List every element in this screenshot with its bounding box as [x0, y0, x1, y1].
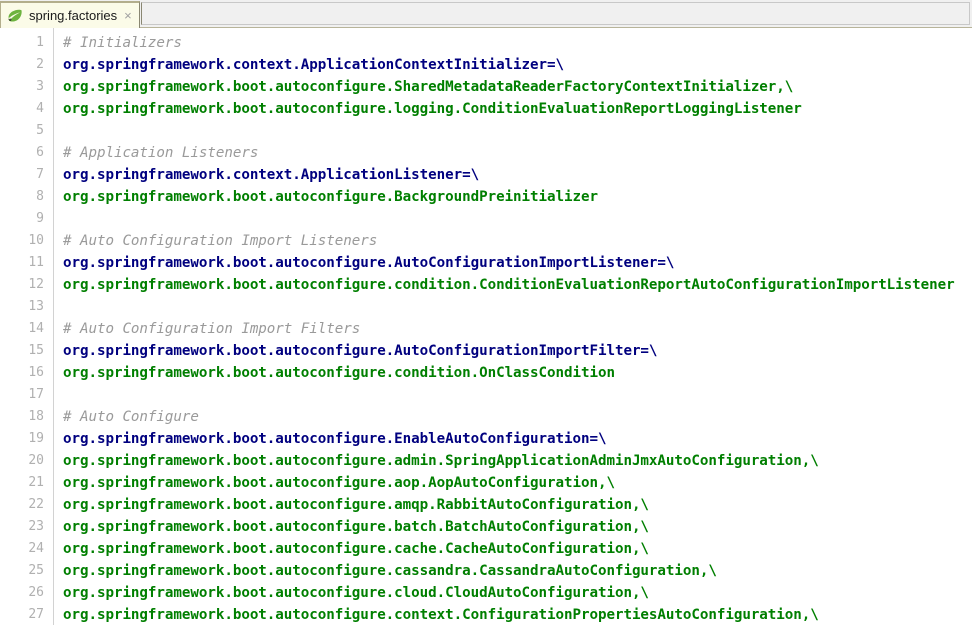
code-line[interactable]	[63, 120, 972, 142]
code-line[interactable]: org.springframework.boot.autoconfigure.l…	[63, 98, 972, 120]
code-token-key: org.springframework.boot.autoconfigure.E…	[63, 431, 607, 447]
code-token-value: org.springframework.boot.autoconfigure.a…	[63, 497, 649, 513]
line-number: 21	[28, 475, 44, 490]
line-number: 2	[36, 57, 44, 72]
code-line[interactable]: org.springframework.boot.autoconfigure.c…	[63, 582, 972, 604]
code-line[interactable]: # Auto Configuration Import Filters	[63, 318, 972, 340]
line-number: 24	[28, 541, 44, 556]
code-token-value: org.springframework.boot.autoconfigure.a…	[63, 475, 615, 491]
code-editor[interactable]: 1 2 3 4 5 6 7 8 9 10 11 12 13 14 15 16 17 18 19 20 21 22 23 24 2…	[0, 28, 972, 625]
code-line[interactable]: # Auto Configuration Import Listeners	[63, 230, 972, 252]
code-token-comment: # Auto Configuration Import Filters	[63, 321, 361, 337]
code-token-value: org.springframework.boot.autoconfigure.a…	[63, 453, 819, 469]
line-number: 8	[36, 189, 44, 204]
code-token-value: org.springframework.boot.autoconfigure.c…	[63, 541, 649, 557]
editor-tab-bar: spring.factories ×	[0, 0, 972, 28]
line-number: 19	[28, 431, 44, 446]
code-line[interactable]	[63, 296, 972, 318]
line-number: 15	[28, 343, 44, 358]
line-number: 23	[28, 519, 44, 534]
code-token-blank	[63, 123, 72, 139]
code-token-key: org.springframework.context.ApplicationC…	[63, 57, 565, 73]
line-number: 26	[28, 585, 44, 600]
close-icon[interactable]: ×	[123, 8, 132, 23]
code-line[interactable]: org.springframework.boot.autoconfigure.a…	[63, 472, 972, 494]
code-line[interactable]	[63, 208, 972, 230]
spring-leaf-icon	[7, 8, 23, 24]
tab-label: spring.factories	[29, 7, 118, 23]
code-line[interactable]: org.springframework.boot.autoconfigure.c…	[63, 560, 972, 582]
code-token-comment: # Auto Configure	[63, 409, 199, 425]
code-line[interactable]: org.springframework.boot.autoconfigure.S…	[63, 76, 972, 98]
code-token-blank	[63, 387, 72, 403]
code-line[interactable]: org.springframework.boot.autoconfigure.b…	[63, 516, 972, 538]
code-line[interactable]: # Application Listeners	[63, 142, 972, 164]
line-number: 10	[28, 233, 44, 248]
code-line[interactable]: org.springframework.boot.autoconfigure.B…	[63, 186, 972, 208]
line-number: 11	[28, 255, 44, 270]
code-line[interactable]	[63, 384, 972, 406]
code-line[interactable]: org.springframework.boot.autoconfigure.A…	[63, 252, 972, 274]
code-token-blank	[63, 211, 72, 227]
code-token-value: org.springframework.boot.autoconfigure.c…	[63, 585, 649, 601]
code-line[interactable]: org.springframework.boot.autoconfigure.c…	[63, 362, 972, 384]
line-number: 14	[28, 321, 44, 336]
code-line[interactable]: # Auto Configure	[63, 406, 972, 428]
code-token-value: org.springframework.boot.autoconfigure.S…	[63, 79, 794, 95]
line-number: 7	[36, 167, 44, 182]
code-line[interactable]: org.springframework.context.ApplicationC…	[63, 54, 972, 76]
code-line[interactable]: org.springframework.boot.autoconfigure.c…	[63, 538, 972, 560]
code-token-value: org.springframework.boot.autoconfigure.l…	[63, 101, 802, 117]
line-number: 6	[36, 145, 44, 160]
line-number: 12	[28, 277, 44, 292]
line-number: 20	[28, 453, 44, 468]
line-number: 18	[28, 409, 44, 424]
line-number: 13	[28, 299, 44, 314]
code-token-key: org.springframework.boot.autoconfigure.A…	[63, 343, 658, 359]
line-number: 1	[36, 35, 44, 50]
line-number: 27	[28, 607, 44, 622]
code-line[interactable]: org.springframework.boot.autoconfigure.A…	[63, 340, 972, 362]
code-content-area[interactable]: # Initializers org.springframework.contex…	[54, 28, 972, 625]
line-number: 22	[28, 497, 44, 512]
tab-bar-empty-area	[141, 2, 970, 25]
code-token-value: org.springframework.boot.autoconfigure.B…	[63, 189, 598, 205]
code-token-key: org.springframework.context.ApplicationL…	[63, 167, 480, 183]
line-number: 17	[28, 387, 44, 402]
code-token-value: org.springframework.boot.autoconfigure.b…	[63, 519, 649, 535]
code-token-value: org.springframework.boot.autoconfigure.c…	[63, 277, 955, 293]
code-token-key: org.springframework.boot.autoconfigure.A…	[63, 255, 675, 271]
code-token-value: org.springframework.boot.autoconfigure.c…	[63, 563, 717, 579]
code-line[interactable]: org.springframework.boot.autoconfigure.E…	[63, 428, 972, 450]
line-number: 5	[36, 123, 44, 138]
line-number: 16	[28, 365, 44, 380]
line-number: 3	[36, 79, 44, 94]
tab-spring-factories[interactable]: spring.factories ×	[0, 1, 140, 28]
code-line[interactable]: org.springframework.boot.autoconfigure.a…	[63, 450, 972, 472]
code-line[interactable]: org.springframework.boot.autoconfigure.c…	[63, 274, 972, 296]
line-number-gutter: 1 2 3 4 5 6 7 8 9 10 11 12 13 14 15 16 17 18 19 20 21 22 23 24 2…	[0, 28, 54, 625]
code-token-value: org.springframework.boot.autoconfigure.c…	[63, 365, 615, 381]
line-number: 25	[28, 563, 44, 578]
code-token-value: org.springframework.boot.autoconfigure.c…	[63, 607, 819, 623]
line-number: 9	[36, 211, 44, 226]
code-token-comment: # Auto Configuration Import Listeners	[63, 233, 378, 249]
code-line[interactable]: org.springframework.boot.autoconfigure.a…	[63, 494, 972, 516]
code-token-blank	[63, 299, 72, 315]
code-line[interactable]: org.springframework.boot.autoconfigure.c…	[63, 604, 972, 625]
code-token-comment: # Application Listeners	[63, 145, 259, 161]
line-number: 4	[36, 101, 44, 116]
code-line[interactable]: # Initializers	[63, 32, 972, 54]
code-token-comment: # Initializers	[63, 35, 182, 51]
code-line[interactable]: org.springframework.context.ApplicationL…	[63, 164, 972, 186]
